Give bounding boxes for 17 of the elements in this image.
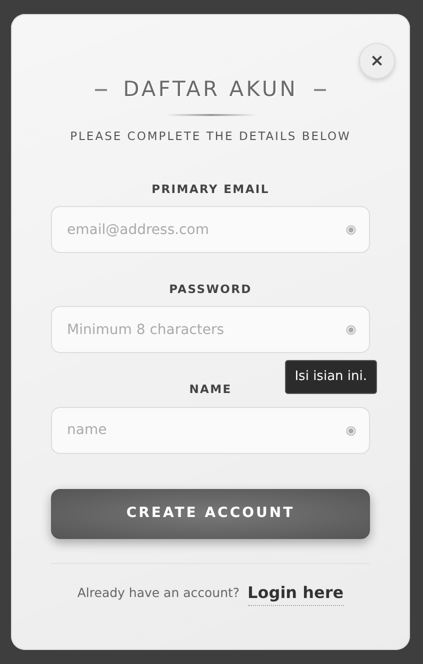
subtitle: PLEASE COMPLETE THE DETAILS BELOW <box>69 128 352 144</box>
modal-title: DAFTAR AKUN <box>123 76 298 103</box>
input-field[interactable]: email@address.com <box>51 206 370 253</box>
dash-icon <box>95 88 108 91</box>
radio-dot-icon <box>346 225 356 235</box>
radio-dot-icon <box>346 325 356 336</box>
input-field[interactable]: Minimum 8 characters <box>51 306 370 354</box>
field-label: PRIMARY EMAIL <box>150 180 270 198</box>
close-button[interactable]: × <box>359 43 395 79</box>
input-field[interactable]: name <box>51 406 370 454</box>
dash-icon <box>314 88 326 91</box>
tooltip: Isi isian ini. <box>284 360 377 394</box>
field-label: PASSWORD <box>168 281 253 298</box>
field-label: NAME <box>188 381 233 398</box>
create-account-button[interactable]: CREATE ACCOUNT <box>51 488 370 538</box>
footer-text: Already have an account? <box>77 584 240 602</box>
login-link[interactable]: Login here <box>248 580 344 606</box>
